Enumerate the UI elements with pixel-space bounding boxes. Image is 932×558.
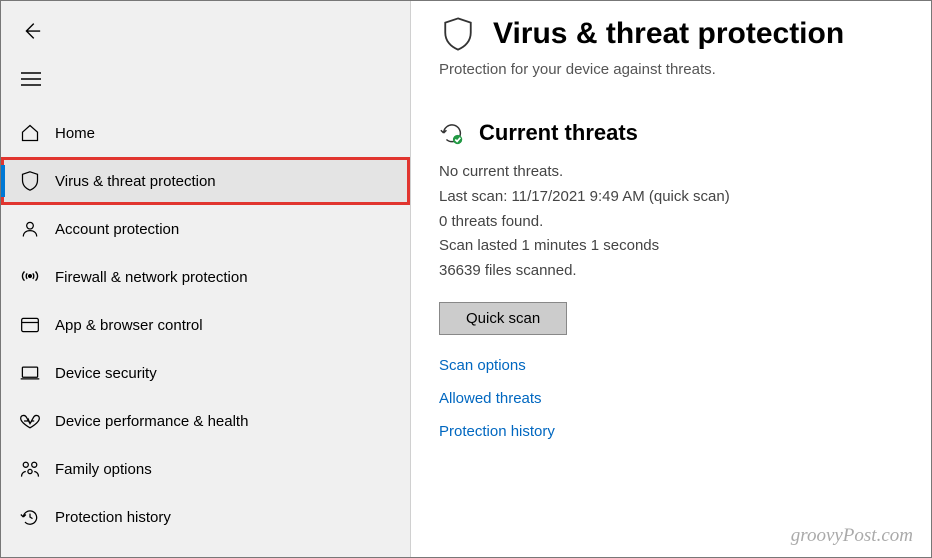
status-line: Last scan: 11/17/2021 9:49 AM (quick sca… [439, 185, 903, 210]
status-block: No current threats. Last scan: 11/17/202… [439, 160, 903, 284]
shield-icon [19, 170, 41, 192]
page-subtitle: Protection for your device against threa… [439, 61, 903, 78]
scan-options-link[interactable]: Scan options [439, 357, 903, 374]
family-icon [19, 458, 41, 480]
antenna-icon [19, 266, 41, 288]
shield-icon [439, 15, 477, 53]
status-line: No current threats. [439, 160, 903, 185]
quick-scan-button[interactable]: Quick scan [439, 302, 567, 335]
sidebar-item-label: App & browser control [55, 317, 203, 334]
sidebar-item-history[interactable]: Protection history [1, 493, 410, 541]
scan-history-icon [439, 120, 465, 146]
allowed-threats-link[interactable]: Allowed threats [439, 390, 903, 407]
sidebar-item-label: Protection history [55, 509, 171, 526]
page-title: Virus & threat protection [493, 17, 844, 51]
sidebar: Home Virus & threat protection Account p… [1, 1, 411, 557]
links-block: Scan options Allowed threats Protection … [439, 357, 903, 440]
home-icon [19, 122, 41, 144]
sidebar-item-label: Virus & threat protection [55, 173, 216, 190]
back-button[interactable] [13, 13, 49, 49]
section-header: Current threats [439, 120, 903, 146]
status-line: Scan lasted 1 minutes 1 seconds [439, 234, 903, 259]
sidebar-item-app-browser[interactable]: App & browser control [1, 301, 410, 349]
hamburger-icon [21, 72, 41, 86]
main-content: Virus & threat protection Protection for… [411, 1, 931, 557]
sidebar-item-label: Account protection [55, 221, 179, 238]
top-controls [1, 9, 410, 109]
sidebar-item-virus-threat[interactable]: Virus & threat protection [1, 157, 410, 205]
sidebar-item-performance[interactable]: Device performance & health [1, 397, 410, 445]
window-icon [19, 314, 41, 336]
nav-list: Home Virus & threat protection Account p… [1, 109, 410, 541]
sidebar-item-firewall[interactable]: Firewall & network protection [1, 253, 410, 301]
section-title: Current threats [479, 120, 638, 146]
sidebar-item-label: Family options [55, 461, 152, 478]
menu-button[interactable] [13, 61, 49, 97]
page-header: Virus & threat protection [439, 15, 903, 53]
laptop-icon [19, 362, 41, 384]
status-line: 0 threats found. [439, 210, 903, 235]
sidebar-item-family[interactable]: Family options [1, 445, 410, 493]
sidebar-item-account[interactable]: Account protection [1, 205, 410, 253]
history-icon [19, 506, 41, 528]
sidebar-item-label: Device performance & health [55, 413, 248, 430]
status-line: 36639 files scanned. [439, 259, 903, 284]
sidebar-item-label: Device security [55, 365, 157, 382]
user-icon [19, 218, 41, 240]
back-arrow-icon [20, 20, 42, 42]
sidebar-item-device-security[interactable]: Device security [1, 349, 410, 397]
protection-history-link[interactable]: Protection history [439, 423, 903, 440]
watermark: groovyPost.com [791, 525, 913, 547]
heartbeat-icon [19, 410, 41, 432]
sidebar-item-label: Home [55, 125, 95, 142]
sidebar-item-home[interactable]: Home [1, 109, 410, 157]
sidebar-item-label: Firewall & network protection [55, 269, 248, 286]
